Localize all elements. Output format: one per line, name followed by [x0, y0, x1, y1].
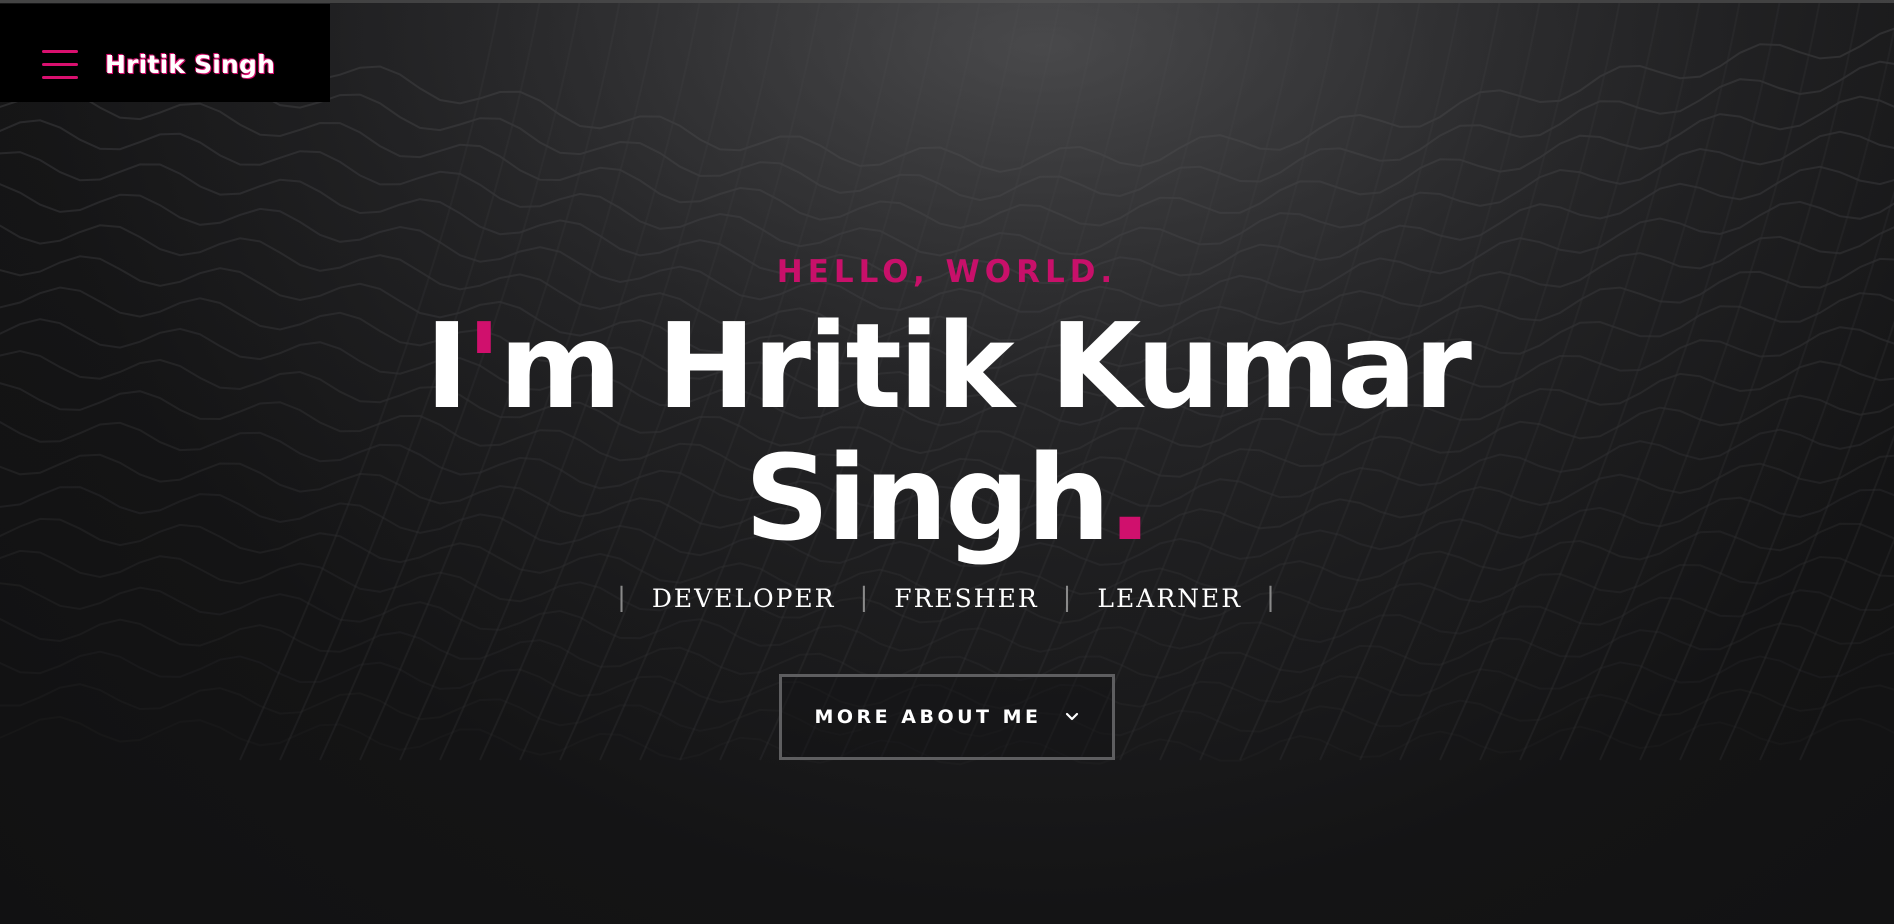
brand-bar: Hritik Singh	[0, 4, 330, 102]
role-learner: LEARNER	[1097, 583, 1243, 613]
role-developer: DEVELOPER	[651, 583, 836, 613]
more-about-me-button[interactable]: MORE ABOUT ME	[779, 674, 1115, 760]
chevron-down-icon	[1065, 712, 1078, 721]
hero-section: HELLO, WORLD. I'm Hritik Kumar Singh. | …	[0, 250, 1894, 760]
roles-list: | DEVELOPER | FRESHER | LEARNER |	[0, 578, 1894, 618]
headline-i: I	[424, 297, 469, 435]
greeting-text: HELLO, WORLD.	[776, 254, 1118, 290]
page-title: I'm Hritik Kumar Singh.	[397, 300, 1497, 564]
role-separator: |	[1062, 583, 1074, 613]
role-separator: |	[1266, 583, 1277, 613]
brand-name[interactable]: Hritik Singh	[105, 50, 275, 79]
more-about-me-label: MORE ABOUT ME	[814, 706, 1042, 728]
headline-apostrophe: '	[465, 297, 502, 435]
headline-line2: Singh	[744, 429, 1111, 567]
headline-line1: m Hritik Kumar	[499, 297, 1472, 435]
hamburger-menu-icon[interactable]	[42, 50, 78, 80]
role-separator: |	[617, 583, 628, 613]
hero-page: Hritik Singh HELLO, WORLD. I'm Hritik Ku…	[0, 0, 1894, 924]
headline-period: .	[1107, 429, 1153, 567]
role-fresher: FRESHER	[894, 583, 1039, 613]
role-separator: |	[859, 583, 871, 613]
